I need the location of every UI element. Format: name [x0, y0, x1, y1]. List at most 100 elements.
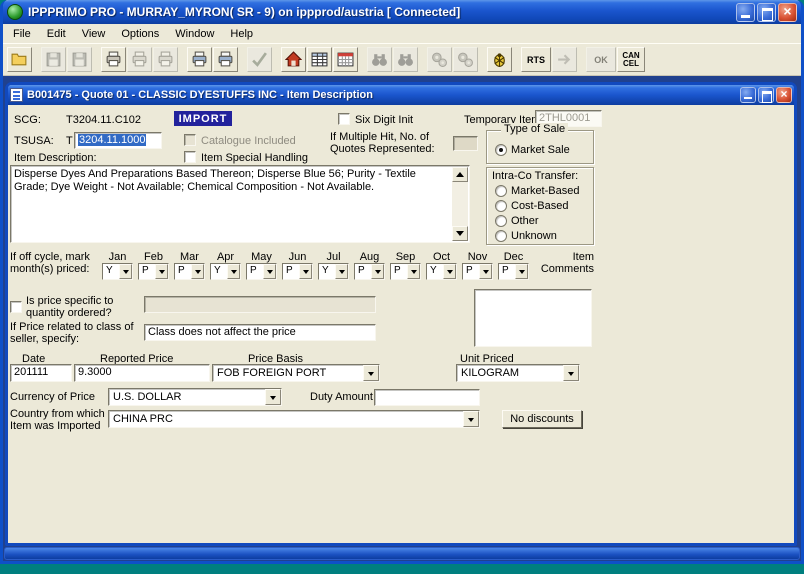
tsusa-label: TSUSA: [14, 135, 54, 147]
duty-amount-field[interactable] [374, 389, 480, 406]
chevron-down-icon[interactable] [407, 264, 420, 279]
month-value-sep: P [394, 265, 401, 276]
month-label-jan: Jan [102, 251, 133, 263]
ok-button: OK [586, 47, 616, 72]
tsusa-prefix: T [66, 135, 73, 147]
minimized-window-strip[interactable] [4, 547, 800, 560]
chevron-down-icon[interactable] [263, 264, 276, 279]
print-forms-button[interactable] [213, 47, 238, 72]
print-button[interactable] [101, 47, 126, 72]
price-basis-select[interactable]: FOB FOREIGN PORT [212, 364, 380, 382]
reported-price-field[interactable]: 9.3000 [74, 364, 210, 382]
minimize-button[interactable] [736, 3, 755, 22]
menu-window[interactable]: Window [167, 26, 222, 42]
month-select-oct[interactable]: Y [426, 263, 457, 280]
country-select[interactable]: CHINA PRC [108, 410, 480, 428]
month-select-mar[interactable]: P [174, 263, 205, 280]
quote-content: SCG: T3204.11.C102 IMPORT Six Digit Init… [8, 105, 794, 543]
month-select-nov[interactable]: P [462, 263, 493, 280]
print-preview-icon [131, 51, 148, 68]
description-scrollbar[interactable] [452, 167, 468, 241]
item-description-textarea[interactable]: Disperse Dyes And Preparations Based The… [10, 165, 470, 243]
print-setup-icon [157, 51, 174, 68]
class-of-seller-field[interactable]: Class does not affect the price [144, 324, 376, 341]
chevron-down-icon[interactable] [443, 264, 456, 279]
chevron-down-icon[interactable] [515, 264, 528, 279]
rts-button[interactable]: RTS [521, 47, 551, 72]
menu-help[interactable]: Help [222, 26, 261, 42]
radio-cost-based[interactable] [495, 200, 507, 212]
quote-close-button[interactable] [776, 87, 792, 103]
home-button[interactable] [281, 47, 306, 72]
chevron-down-icon[interactable] [299, 264, 312, 279]
binoculars-icon [371, 51, 388, 68]
month-select-feb[interactable]: P [138, 263, 169, 280]
chevron-down-icon[interactable] [463, 411, 479, 427]
open-folder-button[interactable] [7, 47, 32, 72]
radio-market-sale[interactable] [495, 144, 507, 156]
unit-priced-value: KILOGRAM [461, 367, 519, 379]
month-select-dec[interactable]: P [498, 263, 529, 280]
month-select-may[interactable]: P [246, 263, 277, 280]
month-select-aug[interactable]: P [354, 263, 385, 280]
close-button[interactable] [778, 3, 797, 22]
month-select-jun[interactable]: P [282, 263, 313, 280]
chevron-down-icon[interactable] [335, 264, 348, 279]
six-digit-init-checkbox[interactable] [338, 113, 350, 125]
radio-unknown[interactable] [495, 230, 507, 242]
type-of-sale-group: Type of Sale Market Sale [486, 130, 594, 164]
calendar-icon [337, 51, 354, 68]
quote-maximize-button[interactable] [758, 87, 774, 103]
chevron-down-icon[interactable] [363, 365, 379, 381]
quote-window-title: B001475 - Quote 01 - CLASSIC DYESTUFFS I… [27, 89, 738, 101]
date-field[interactable]: 201111 [10, 364, 72, 382]
cancel-button[interactable]: CAN CEL [617, 47, 645, 72]
month-value-jan: Y [106, 265, 113, 276]
month-select-sep[interactable]: P [390, 263, 421, 280]
chevron-down-icon[interactable] [227, 264, 240, 279]
chevron-down-icon[interactable] [265, 389, 281, 405]
tsusa-field[interactable]: 3204.11.1000 [74, 132, 162, 149]
gears-icon [431, 51, 448, 68]
item-comments-box[interactable] [474, 289, 592, 347]
currency-value: U.S. DOLLAR [113, 391, 181, 403]
maximize-button[interactable] [757, 3, 776, 22]
month-label-apr: Apr [210, 251, 241, 263]
scg-value: T3204.11.C102 [66, 114, 141, 126]
month-select-jul[interactable]: Y [318, 263, 349, 280]
quote-minimize-button[interactable] [740, 87, 756, 103]
scroll-down-icon[interactable] [452, 226, 468, 241]
print-report-button[interactable] [187, 47, 212, 72]
menu-view[interactable]: View [74, 26, 114, 42]
item-special-handling-checkbox[interactable] [184, 151, 196, 163]
price-specific-checkbox[interactable] [10, 301, 22, 313]
quote-titlebar[interactable]: B001475 - Quote 01 - CLASSIC DYESTUFFS I… [8, 85, 794, 105]
import-button[interactable]: IMPORT [174, 111, 232, 126]
grid-view-button[interactable] [307, 47, 332, 72]
unit-priced-select[interactable]: KILOGRAM [456, 364, 580, 382]
chevron-down-icon[interactable] [119, 264, 132, 279]
bug-button[interactable] [487, 47, 512, 72]
month-select-jan[interactable]: Y [102, 263, 133, 280]
home-icon [285, 51, 302, 68]
no-discounts-button[interactable]: No discounts [502, 410, 582, 428]
month-label-mar: Mar [174, 251, 205, 263]
menu-file[interactable]: File [5, 26, 39, 42]
main-titlebar[interactable]: IPPPRIMO PRO - MURRAY_MYRON( SR - 9) on … [3, 0, 801, 24]
chevron-down-icon[interactable] [563, 365, 579, 381]
radio-other[interactable] [495, 215, 507, 227]
check-icon [251, 51, 268, 68]
menu-options[interactable]: Options [113, 26, 167, 42]
chevron-down-icon[interactable] [371, 264, 384, 279]
scroll-up-icon[interactable] [452, 167, 468, 182]
search-next-button [393, 47, 418, 72]
intra-co-transfer-group: Intra-Co Transfer: Market-Based Cost-Bas… [486, 167, 594, 245]
chevron-down-icon[interactable] [479, 264, 492, 279]
chevron-down-icon[interactable] [155, 264, 168, 279]
menu-edit[interactable]: Edit [39, 26, 74, 42]
calendar-button[interactable] [333, 47, 358, 72]
currency-select[interactable]: U.S. DOLLAR [108, 388, 282, 406]
month-select-apr[interactable]: Y [210, 263, 241, 280]
chevron-down-icon[interactable] [191, 264, 204, 279]
radio-market-based[interactable] [495, 185, 507, 197]
